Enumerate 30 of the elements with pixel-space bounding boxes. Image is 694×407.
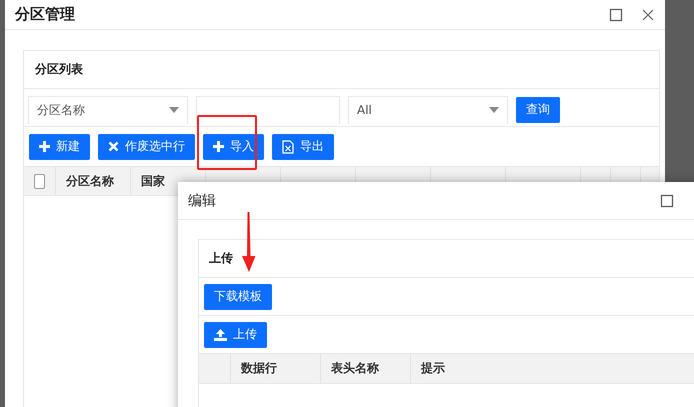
column-header: 数据行: [231, 354, 321, 383]
upload-icon: [214, 328, 227, 340]
plus-icon: [213, 141, 224, 152]
toolbar-button[interactable]: 新建: [29, 134, 90, 160]
download-template-button[interactable]: 下载模板: [204, 284, 272, 310]
section-title: 上传: [209, 250, 233, 267]
spreadsheet-file-icon: [282, 140, 294, 154]
column-header: 分区名称: [56, 167, 131, 195]
panel-title: 分区列表: [35, 61, 83, 78]
field-select[interactable]: 分区名称: [28, 96, 188, 124]
caret-icon: [489, 107, 499, 113]
query-button[interactable]: 查询: [516, 96, 560, 122]
select-all-checkbox[interactable]: [34, 174, 45, 188]
plus-icon: [39, 141, 50, 152]
column-header: 提示: [411, 354, 694, 383]
close-icon: [108, 141, 119, 152]
caret-icon: [169, 107, 179, 113]
highlight-frame: [197, 115, 257, 170]
toolbar-button[interactable]: 导入: [203, 134, 264, 160]
toolbar-button[interactable]: 作废选中行: [98, 134, 195, 160]
upload-button[interactable]: 上传: [204, 322, 267, 348]
close-icon[interactable]: [641, 8, 655, 22]
status-select[interactable]: All: [348, 96, 508, 124]
annotation-arrow: [241, 212, 257, 272]
toolbar-button[interactable]: 导出: [272, 134, 334, 160]
maximize-icon[interactable]: [660, 194, 674, 208]
column-header: 表头名称: [321, 354, 411, 383]
maximize-icon[interactable]: [609, 8, 623, 22]
window-title: 分区管理: [15, 5, 76, 24]
search-field[interactable]: [196, 96, 340, 124]
